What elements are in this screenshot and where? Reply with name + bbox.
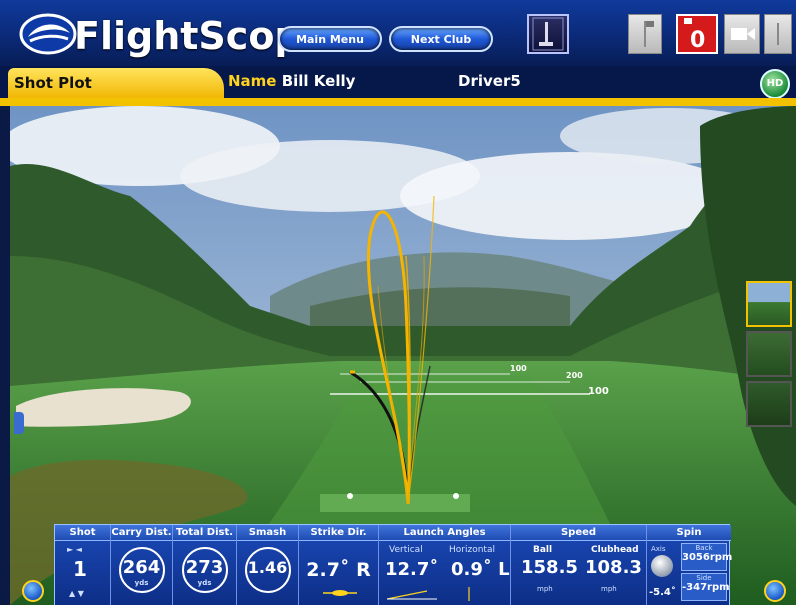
help-button[interactable]: HD <box>760 69 790 99</box>
left-corner-button[interactable] <box>22 580 44 602</box>
shot-scroll-arrows[interactable]: ▲ ▼ <box>69 589 84 598</box>
total-distance-value: 273 yds <box>181 547 228 593</box>
carry-header: Carry Dist. <box>111 525 172 541</box>
strike-dir-column: Strike Dir. 2.7˚ R <box>299 525 379 605</box>
launch-angle-icon <box>387 587 470 601</box>
camera-view-thumb[interactable] <box>746 331 792 377</box>
clubhead-speed-unit: mph <box>601 585 617 593</box>
speed-column: Speed Ball Clubhead 158.5 108.3 mph mph <box>511 525 647 605</box>
shot-header: Shot <box>55 525 110 541</box>
distance-marker-2: 200 <box>566 371 583 380</box>
back-spin-label: Back <box>695 544 713 552</box>
settings-button[interactable] <box>764 14 792 54</box>
total-header: Total Dist. <box>173 525 236 541</box>
launch-horizontal-value: 0.9˚ L <box>451 559 510 580</box>
camera-view-thumbnails <box>746 281 794 431</box>
tab-shot-plot[interactable]: Shot Plot <box>8 68 224 98</box>
strike-dir-value: 2.7˚ R <box>306 559 371 581</box>
strike-dir-header: Strike Dir. <box>299 525 378 541</box>
main-menu-button[interactable]: Main Menu <box>278 26 382 52</box>
camera-view-thumb[interactable] <box>746 281 792 327</box>
app-header: FlightScope® Main Menu Next Club 0 <box>0 0 796 66</box>
strike-dir-icon <box>323 590 357 596</box>
player-label: Name Bill Kelly <box>228 72 448 96</box>
red-counter-button[interactable]: 0 <box>676 14 718 54</box>
flightscope-logo-icon <box>19 13 77 55</box>
smash-column: Smash 1.46 <box>237 525 299 605</box>
pin-flag-button[interactable] <box>628 14 662 54</box>
distance-marker-1: 100 <box>510 364 527 373</box>
player-name: Bill Kelly <box>281 72 356 90</box>
player-key: Name <box>228 72 277 90</box>
shot-column: Shot ► ◄ 1 ▲ ▼ <box>55 525 111 605</box>
next-club-button[interactable]: Next Club <box>389 26 493 52</box>
launch-horizontal-label: Horizontal <box>449 545 495 555</box>
carry-column: Carry Dist. 264 yds <box>111 525 173 605</box>
back-spin-value: 3056rpm <box>682 552 733 563</box>
launch-vertical-label: Vertical <box>389 545 423 555</box>
side-spin-value: -347rpm <box>682 582 730 593</box>
left-panel-handle[interactable] <box>14 412 24 434</box>
shot-number: 1 <box>73 557 87 581</box>
shot-stats-panel: Shot ► ◄ 1 ▲ ▼ Carry Dist. 264 yds Total… <box>54 524 733 605</box>
side-spin-label: Side <box>696 574 712 582</box>
side-spin-box: Side -347rpm <box>681 573 730 601</box>
clubhead-speed-label: Clubhead <box>591 545 639 555</box>
total-column: Total Dist. 273 yds <box>173 525 237 605</box>
ball-speed-value: 158.5 <box>521 557 578 578</box>
accent-divider <box>0 98 796 106</box>
camera-button[interactable] <box>724 14 760 54</box>
smash-header: Smash <box>237 525 298 541</box>
clubhead-speed-value: 108.3 <box>585 557 642 578</box>
spin-axis-label: Axis <box>651 545 666 553</box>
launch-angles-column: Launch Angles Vertical Horizontal 12.7˚ … <box>379 525 511 605</box>
club-select-icon[interactable] <box>527 14 569 54</box>
right-corner-button[interactable] <box>764 580 786 602</box>
carry-distance-value: 264 yds <box>118 547 165 593</box>
ball-speed-label: Ball <box>533 545 553 555</box>
smash-factor-value: 1.46 <box>244 547 291 593</box>
speed-header: Speed <box>511 525 646 541</box>
tabs-bar: Shot Plot Name Bill Kelly Driver5 HD <box>0 66 796 100</box>
ball-speed-unit: mph <box>537 585 553 593</box>
club-name: Driver5 <box>458 72 521 90</box>
spin-axis-value: -5.4˚ <box>649 587 676 598</box>
camera-view-thumb[interactable] <box>746 381 792 427</box>
golf-ball-icon <box>651 555 673 577</box>
launch-vertical-value: 12.7˚ <box>385 559 439 580</box>
spin-header: Spin <box>647 525 731 541</box>
distance-marker-3: 100 <box>588 386 609 397</box>
shot-nav-arrows[interactable]: ► ◄ <box>67 545 82 554</box>
spin-column: Spin Axis -5.4˚ Back 3056rpm Side -347rp… <box>647 525 733 605</box>
launch-angles-header: Launch Angles <box>379 525 510 541</box>
back-spin-box: Back 3056rpm <box>681 543 733 571</box>
